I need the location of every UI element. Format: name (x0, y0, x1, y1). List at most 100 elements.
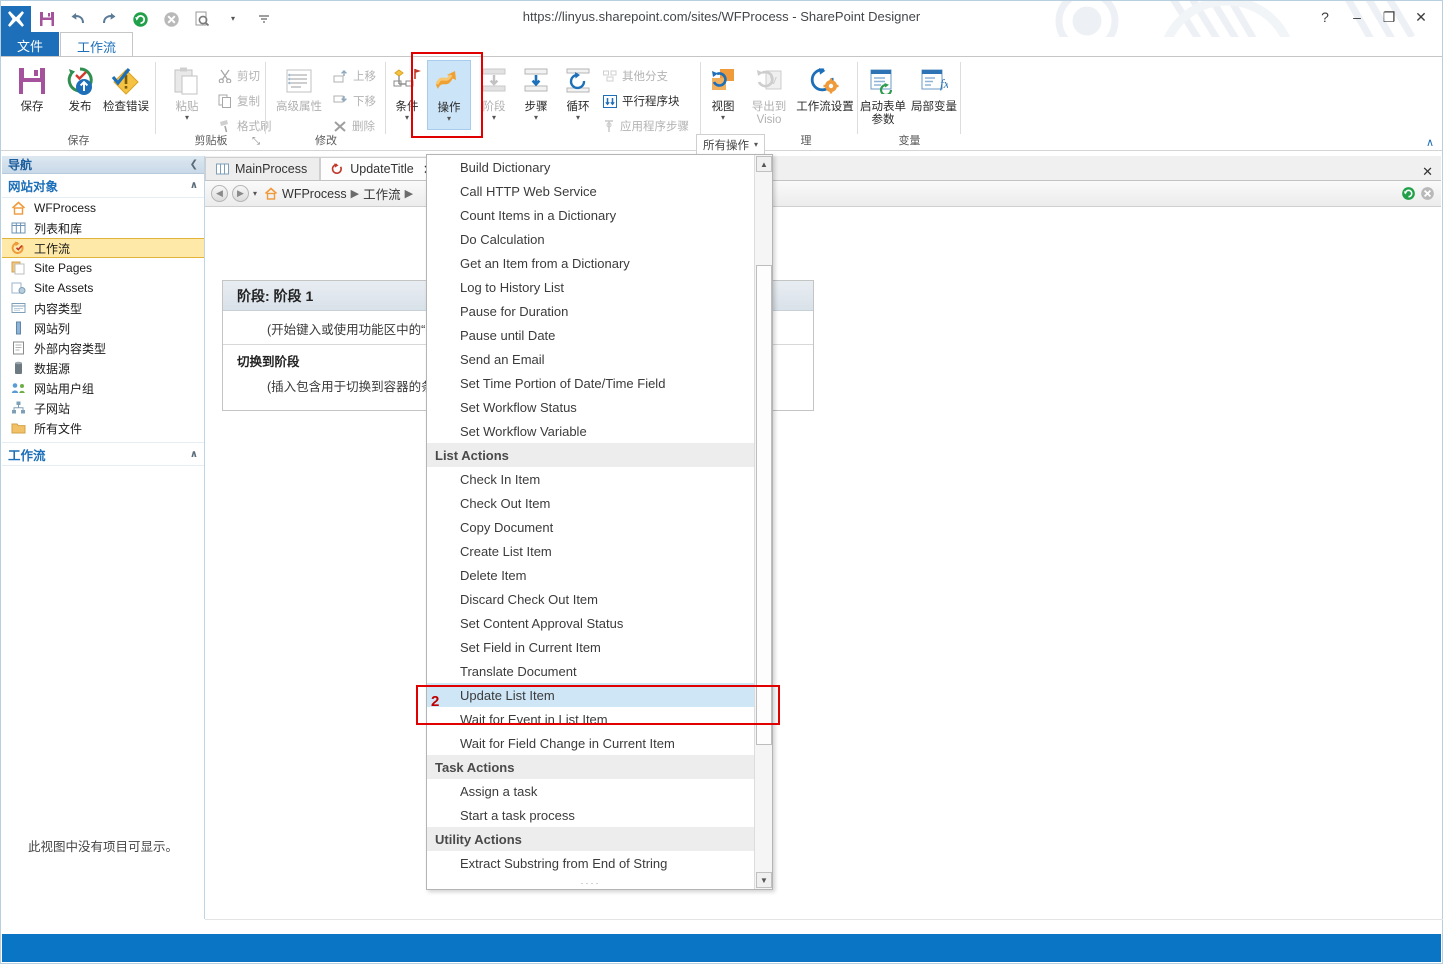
move-down-button[interactable]: 下移 (329, 90, 380, 112)
gallery-menu-item[interactable]: Assign a task (427, 779, 754, 803)
gallery-scrollbar[interactable]: ▲ ▼ (754, 155, 772, 889)
undo-icon[interactable] (63, 6, 93, 32)
gallery-menu-item[interactable]: Send an Email (427, 347, 754, 371)
nav-section-workflows[interactable]: 工作流 ∧ (2, 442, 204, 466)
tab-workflow[interactable]: 工作流 (60, 32, 134, 57)
parallel-block-button[interactable]: 平行程序块 (599, 90, 684, 112)
actions-gallery-dropdown[interactable]: Build Dictionary Call HTTP Web Service Cou… (426, 154, 773, 890)
save-button[interactable]: 保存 (5, 60, 59, 130)
preview-dropdown-icon[interactable]: ▾ (218, 6, 248, 32)
view-button[interactable]: 视图 ▾ (701, 60, 745, 130)
tab-mainprocess[interactable]: MainProcess (205, 157, 321, 180)
check-errors-button[interactable]: 检查错误 (97, 60, 155, 130)
else-branch-button[interactable]: 其他分支 (599, 65, 672, 87)
sidebar-item-subsites[interactable]: 子网站 (2, 398, 204, 418)
back-button[interactable]: ◀ (211, 185, 228, 202)
move-up-button[interactable]: 上移 (329, 65, 380, 87)
save-icon[interactable] (32, 6, 62, 32)
collapse-nav-icon[interactable]: ❮ (190, 159, 198, 170)
scroll-up-button[interactable]: ▲ (756, 156, 772, 172)
step-button[interactable]: 步骤 ▾ (515, 60, 557, 130)
chevron-up-icon[interactable]: ∧ (190, 449, 198, 460)
paste-button[interactable]: 粘贴 ▾ (160, 60, 214, 130)
local-variables-button[interactable]: fx 局部变量 (908, 60, 960, 130)
close-button[interactable]: ✕ (1406, 5, 1436, 29)
gallery-menu-item[interactable]: Log to History List (427, 275, 754, 299)
gallery-menu-item[interactable]: Create List Item (427, 539, 754, 563)
sidebar-item-external-content-types[interactable]: 外部内容类型 (2, 338, 204, 358)
gallery-menu-item[interactable]: Delete Item (427, 563, 754, 587)
close-document-icon[interactable]: ✕ (1422, 164, 1441, 180)
breadcrumb-item-site[interactable]: WFProcess (282, 187, 347, 201)
ribbon-collapse-button[interactable]: ∧ (1426, 136, 1434, 149)
gallery-menu-item[interactable]: Set Field in Current Item (427, 635, 754, 659)
gallery-menu-item[interactable]: Build Dictionary (427, 155, 754, 179)
breadcrumb-item-workflows[interactable]: 工作流 (363, 184, 401, 203)
maximize-button[interactable]: ❐ (1374, 5, 1404, 29)
action-ribbon-button[interactable]: 操作 ▾ (427, 60, 471, 130)
actions-gallery-list[interactable]: Build Dictionary Call HTTP Web Service Cou… (427, 155, 754, 889)
gallery-menu-item[interactable]: Wait for Event in List Item (427, 707, 754, 731)
gallery-menu-item[interactable]: Wait for Field Change in Current Item (427, 731, 754, 755)
tab-updatetitle[interactable]: UpdateTitle ✕ (320, 157, 441, 180)
workflow-settings-button[interactable]: 工作流设置 (794, 60, 856, 130)
gallery-menu-item[interactable]: Pause until Date (427, 323, 754, 347)
advanced-properties-button[interactable]: 高级属性 (268, 60, 330, 130)
forward-button[interactable]: ▶ (232, 185, 249, 202)
all-actions-dropdown[interactable]: 所有操作 ▾ (696, 134, 766, 154)
condition-button[interactable]: 条件 ▾ (386, 60, 428, 130)
gallery-menu-item[interactable]: Set Content Approval Status (427, 611, 754, 635)
loop-button[interactable]: 循环 ▾ (557, 60, 599, 130)
chevron-up-icon[interactable]: ∧ (190, 180, 198, 191)
gallery-menu-item[interactable]: Call HTTP Web Service (427, 179, 754, 203)
gallery-menu-item[interactable]: Set Time Portion of Date/Time Field (427, 371, 754, 395)
minimize-button[interactable]: – (1342, 5, 1372, 29)
gallery-menu-item[interactable]: Pause for Duration (427, 299, 754, 323)
nav-section-site-objects[interactable]: 网站对象 ∧ (2, 174, 204, 198)
sidebar-item-all-files[interactable]: 所有文件 (2, 418, 204, 438)
scroll-down-button[interactable]: ▼ (756, 872, 772, 888)
cancel-icon[interactable] (156, 6, 186, 32)
gallery-menu-item[interactable]: Set Workflow Status (427, 395, 754, 419)
update-list-item-menu-entry[interactable]: Update List Item (427, 683, 754, 707)
gallery-menu-item[interactable]: Check Out Item (427, 491, 754, 515)
export-to-visio-button[interactable]: V 导出到 Visio (745, 60, 793, 130)
sidebar-item-site-assets[interactable]: Site Assets (2, 278, 204, 298)
cut-button[interactable]: 剪切 (214, 65, 264, 87)
gallery-menu-item[interactable]: Discard Check Out Item (427, 587, 754, 611)
sidebar-item-site-groups[interactable]: 网站用户组 (2, 378, 204, 398)
gallery-menu-item[interactable]: Translate Document (427, 659, 754, 683)
scrollbar-thumb[interactable] (756, 265, 772, 745)
customize-qat-icon[interactable] (249, 6, 279, 32)
preview-icon[interactable] (187, 6, 217, 32)
gallery-menu-item[interactable]: Count Items in a Dictionary (427, 203, 754, 227)
gallery-menu-item[interactable]: Set Workflow Variable (427, 419, 754, 443)
gallery-menu-item[interactable]: Check In Item (427, 467, 754, 491)
sidebar-item-site-pages[interactable]: Site Pages (2, 258, 204, 278)
gallery-menu-item[interactable]: Copy Document (427, 515, 754, 539)
help-button[interactable]: ? (1310, 5, 1340, 29)
sidebar-item-wfprocess[interactable]: WFProcess (2, 198, 204, 218)
stop-icon[interactable] (1420, 186, 1435, 201)
gallery-menu-item[interactable]: Do Calculation (427, 227, 754, 251)
copy-button[interactable]: 复制 (214, 90, 264, 112)
refresh-icon[interactable] (125, 6, 155, 32)
workflow-canvas[interactable]: 阶段: 阶段 1 (开始键入或使用功能区中的“插入”组插入操作。) 切换到阶段 … (205, 207, 1441, 919)
sidebar-item-content-types[interactable]: 内容类型 (2, 298, 204, 318)
gallery-menu-item[interactable]: Start a task process (427, 803, 754, 827)
tab-file[interactable]: 文件 (1, 32, 60, 57)
app-icon[interactable] (1, 6, 31, 32)
gallery-menu-item[interactable]: Extract Substring from End of String (427, 851, 754, 875)
gallery-menu-item[interactable]: Get an Item from a Dictionary (427, 251, 754, 275)
history-dropdown-icon[interactable]: ▾ (253, 189, 257, 198)
initiation-form-parameters-button[interactable]: 启动表单参数 (858, 60, 908, 130)
stage-button[interactable]: 阶段 ▾ (473, 60, 515, 130)
redo-icon[interactable] (94, 6, 124, 32)
sidebar-item-data-sources[interactable]: 数据源 (2, 358, 204, 378)
clipboard-dialog-launcher[interactable]: ⤡ (252, 136, 260, 147)
sidebar-item-site-columns[interactable]: 网站列 (2, 318, 204, 338)
refresh-icon[interactable] (1401, 186, 1416, 201)
app-step-button[interactable]: 应用程序步骤 (599, 115, 693, 137)
sidebar-item-lists-libraries[interactable]: 列表和库 (2, 218, 204, 238)
sidebar-item-workflows[interactable]: 工作流 (2, 238, 204, 258)
